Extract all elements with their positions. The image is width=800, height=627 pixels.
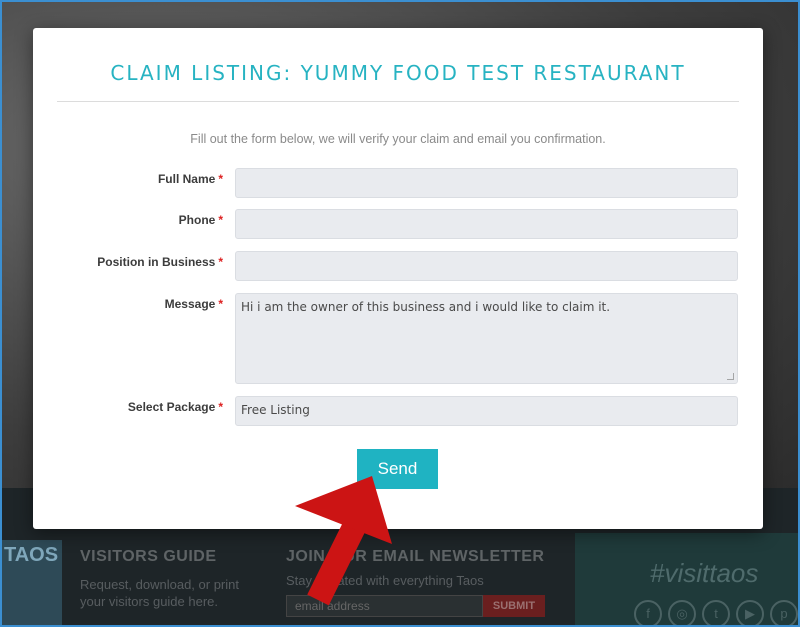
package-select[interactable]: Free Listing (235, 396, 738, 426)
visitors-guide-title: VISITORS GUIDE (80, 548, 217, 565)
visitors-guide-text: Request, download, or print your visitor… (80, 577, 239, 609)
required-marker: * (218, 213, 223, 227)
full-name-input[interactable] (235, 168, 738, 198)
instagram-icon[interactable]: ◎ (668, 600, 696, 627)
modal-divider (57, 101, 739, 102)
modal-intro-text: Fill out the form below, we will verify … (190, 132, 606, 146)
send-button[interactable]: Send (357, 449, 438, 489)
newsletter-text: Stay updated with everything Taos (286, 573, 484, 588)
social-icons: f ◎ t ▶ p (634, 600, 798, 627)
hashtag-text: #visittaos (650, 558, 759, 588)
pinterest-icon[interactable]: p (770, 600, 798, 627)
position-input[interactable] (235, 251, 738, 281)
newsletter-email-input[interactable]: email address (286, 595, 483, 617)
package-label: Select Package * (127, 400, 223, 414)
youtube-icon[interactable]: ▶ (736, 600, 764, 627)
newsletter-title: JOIN OUR EMAIL NEWSLETTER (286, 548, 545, 565)
required-marker: * (218, 400, 223, 414)
required-marker: * (218, 297, 223, 311)
phone-input[interactable] (235, 209, 738, 239)
required-marker: * (218, 255, 223, 269)
claim-listing-modal: CLAIM LISTING: YUMMY FOOD TEST RESTAURAN… (33, 28, 763, 529)
facebook-icon[interactable]: f (634, 600, 662, 627)
message-text: Hi i am the owner of this business and i… (241, 300, 611, 314)
message-textarea[interactable]: Hi i am the owner of this business and i… (235, 293, 738, 384)
twitter-icon[interactable]: t (702, 600, 730, 627)
full-name-label: Full Name * (157, 172, 223, 186)
visitors-guide-thumbnail-text: TAOS (4, 544, 59, 566)
resize-grip-icon[interactable] (727, 373, 734, 380)
modal-title: CLAIM LISTING: YUMMY FOOD TEST RESTAURAN… (110, 61, 686, 85)
required-marker: * (218, 172, 223, 186)
newsletter-submit-button[interactable]: SUBMIT (483, 595, 545, 617)
phone-label: Phone * (178, 213, 223, 227)
position-label: Position in Business * (97, 255, 223, 269)
message-label: Message * (164, 297, 223, 311)
